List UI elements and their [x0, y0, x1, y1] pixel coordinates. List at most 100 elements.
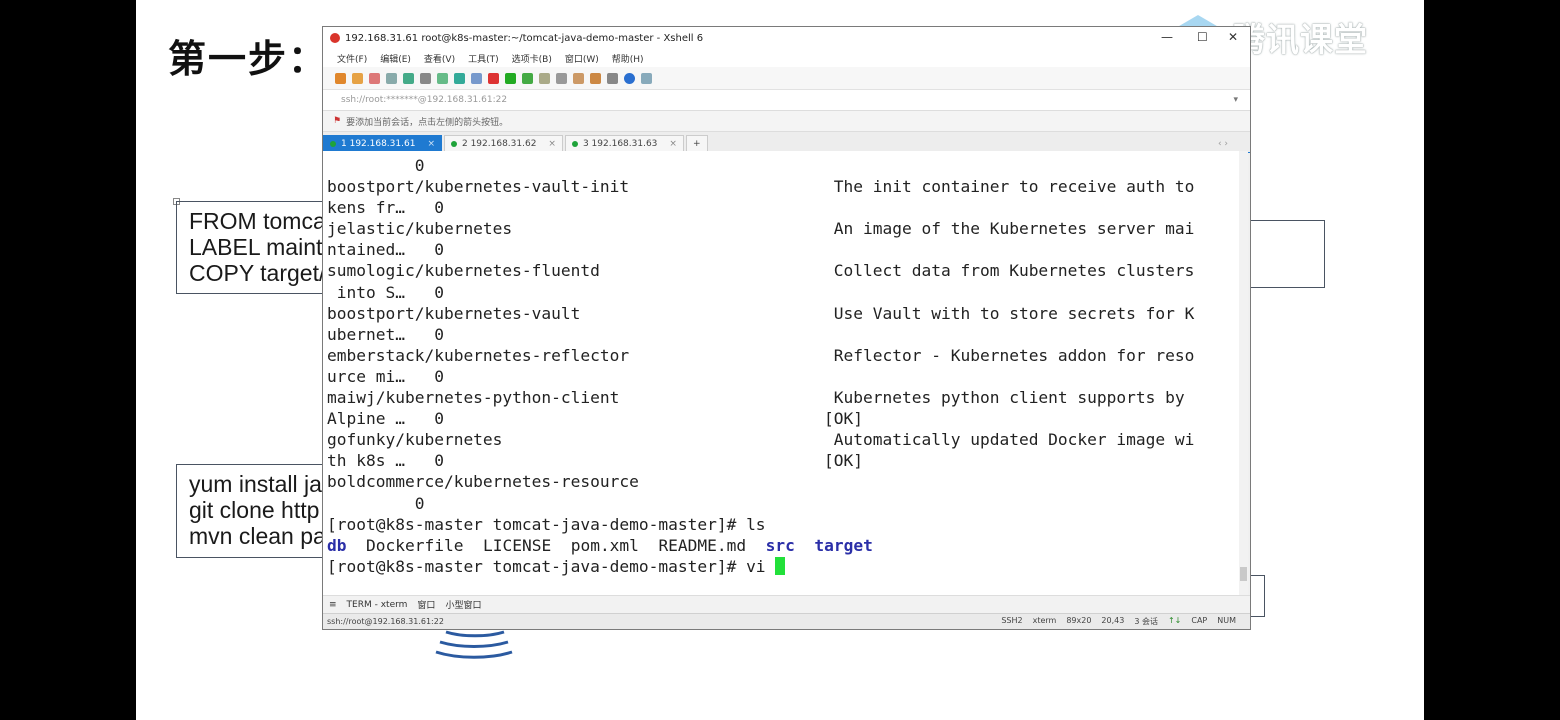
small-window-label[interactable]: 小型窗口 [445, 598, 481, 611]
layout-icon[interactable] [590, 72, 601, 84]
status-bar: ssh://root@192.168.31.61:22 SSH2 xterm 8… [323, 613, 1250, 629]
connected-dot-icon [330, 141, 336, 147]
terminal-line: 0 [414, 156, 425, 175]
paste-icon[interactable] [403, 72, 414, 84]
address-bar[interactable]: ssh://root:*******@192.168.31.61:22 ▾ [323, 90, 1250, 111]
connected-dot-icon [450, 141, 457, 147]
status-caps: CAP [1191, 616, 1208, 625]
status-num: NUM [1217, 616, 1236, 625]
hamburger-icon[interactable]: ≡ [329, 600, 337, 610]
terminal[interactable]: 0 boostport/kubernetes-vault-init The in… [323, 151, 1239, 597]
menu-file[interactable]: 文件(F) [337, 52, 367, 65]
open-icon[interactable] [352, 72, 363, 84]
terminal-line: 0 [414, 493, 425, 513]
terminal-line: kens fr… 0 [327, 198, 444, 218]
status-protocol: SSH2 [1001, 616, 1023, 625]
window-tab-label[interactable]: 窗口 [417, 598, 435, 611]
ls-directory: target [814, 535, 873, 555]
terminal-line: ubernet… 0 [327, 324, 444, 344]
terminal-line: emberstack/kubernetes-reflector Reflecto… [327, 345, 1195, 365]
status-term: xterm [1032, 616, 1057, 625]
menu-tab[interactable]: 选项卡(B) [512, 52, 552, 65]
new-session-icon[interactable] [335, 72, 346, 84]
scrollbar-thumb[interactable] [1240, 567, 1247, 581]
terminal-line: th k8s … 0 [OK] [327, 451, 864, 471]
help-icon[interactable] [624, 72, 635, 84]
menu-help[interactable]: 帮助(H) [612, 52, 644, 65]
notice-bar: ⚑ 要添加当前会话，点击左侧的箭头按钮。 [323, 111, 1250, 132]
tab-session-2[interactable]: 2 192.168.31.62 × [443, 135, 563, 152]
terminal-line: boldcommerce/kubernetes-resource [327, 472, 639, 492]
terminal-line: urce mi… 0 [327, 366, 444, 386]
transfer-icon[interactable] [505, 72, 516, 84]
ls-file: pom.xml [570, 535, 639, 555]
search-icon[interactable] [420, 72, 431, 84]
xshell-window: 192.168.31.61 root@k8s-master:~/tomcat-j… [322, 26, 1251, 630]
title-bar[interactable]: 192.168.31.61 root@k8s-master:~/tomcat-j… [323, 27, 1250, 49]
terminal-line: Alpine … 0 [OK] [327, 409, 864, 429]
ls-directory: src [765, 535, 795, 555]
new-tab-button[interactable]: + [685, 135, 708, 152]
copy-icon[interactable] [386, 72, 397, 84]
ls-directory: db [327, 535, 347, 555]
term-type[interactable]: TERM - xterm [347, 600, 408, 610]
tab-label: 3 192.168.31.63 [582, 139, 658, 149]
close-icon[interactable]: ✕ [1228, 30, 1238, 44]
tab-session-1[interactable]: 1 192.168.31.61 × [323, 135, 442, 152]
menu-bar: 文件(F) 编辑(E) 查看(V) 工具(T) 选项卡(B) 窗口(W) 帮助(… [323, 49, 1250, 67]
lock-icon[interactable] [539, 72, 550, 84]
shell-prompt: [root@k8s-master tomcat-java-demo-master… [327, 514, 766, 534]
xftp-icon[interactable] [488, 72, 499, 84]
status-cursor-pos: 20,43 [1101, 616, 1125, 625]
close-tab-icon[interactable]: × [669, 139, 677, 149]
xshell-app-icon [330, 33, 340, 43]
bookmark-icon[interactable]: ⚑ [333, 116, 341, 126]
chat-icon[interactable] [641, 72, 652, 84]
window-icon[interactable] [607, 72, 618, 84]
tab-label: 2 192.168.31.62 [461, 139, 537, 149]
tab-label: 1 192.168.31.61 [341, 139, 416, 149]
script-icon[interactable] [471, 72, 482, 84]
terminal-line: gofunky/kubernetes Automatically updated… [327, 430, 1195, 450]
keyboard-icon[interactable] [556, 72, 567, 84]
close-tab-icon[interactable]: × [548, 139, 556, 149]
terminal-line: ntained… 0 [327, 240, 444, 260]
tab-scroll-icon[interactable]: ‹ › [1218, 139, 1228, 149]
font-icon[interactable] [437, 72, 448, 84]
java-logo-icon [435, 630, 513, 659]
close-tab-icon[interactable]: × [427, 139, 435, 149]
menu-window[interactable]: 窗口(W) [565, 52, 599, 65]
tab-session-3[interactable]: 3 192.168.31.63 × [564, 135, 684, 152]
ls-file: LICENSE [482, 535, 552, 555]
ls-file: Dockerfile [366, 535, 464, 555]
fullscreen-icon[interactable] [522, 72, 533, 84]
watermark-text: 腾讯课堂 [1232, 20, 1368, 59]
globe-icon[interactable] [454, 72, 465, 84]
terminal-line: jelastic/kubernetes An image of the Kube… [327, 219, 1195, 239]
menu-tools[interactable]: 工具(T) [468, 52, 499, 65]
chevron-down-icon[interactable]: ▾ [1233, 95, 1238, 105]
maximize-icon[interactable]: ☐ [1197, 30, 1208, 44]
menu-view[interactable]: 查看(V) [424, 52, 455, 65]
compose-icon[interactable] [573, 72, 584, 84]
disconnect-icon[interactable] [369, 72, 380, 84]
status-sessions: 3 会话 [1134, 617, 1158, 626]
terminal-scrollbar[interactable] [1239, 151, 1248, 595]
terminal-line: maiwj/kubernetes-python-client Kubernete… [327, 388, 1185, 408]
status-connection: ssh://root@192.168.31.61:22 [327, 617, 444, 626]
terminal-line: into S… 0 [336, 282, 444, 302]
terminal-line: sumologic/kubernetes-fluentd Collect dat… [327, 261, 1195, 281]
menu-edit[interactable]: 编辑(E) [380, 52, 411, 65]
terminal-line: boostport/kubernetes-vault Use Vault wit… [327, 303, 1195, 323]
terminal-output[interactable]: 0 boostport/kubernetes-vault-init The in… [323, 151, 1239, 577]
upload-download-icon: ↑↓ [1167, 616, 1182, 625]
session-address[interactable]: ssh://root:*******@192.168.31.61:22 [341, 95, 507, 105]
minimize-icon[interactable]: — [1161, 30, 1173, 44]
terminal-cursor [775, 556, 786, 575]
